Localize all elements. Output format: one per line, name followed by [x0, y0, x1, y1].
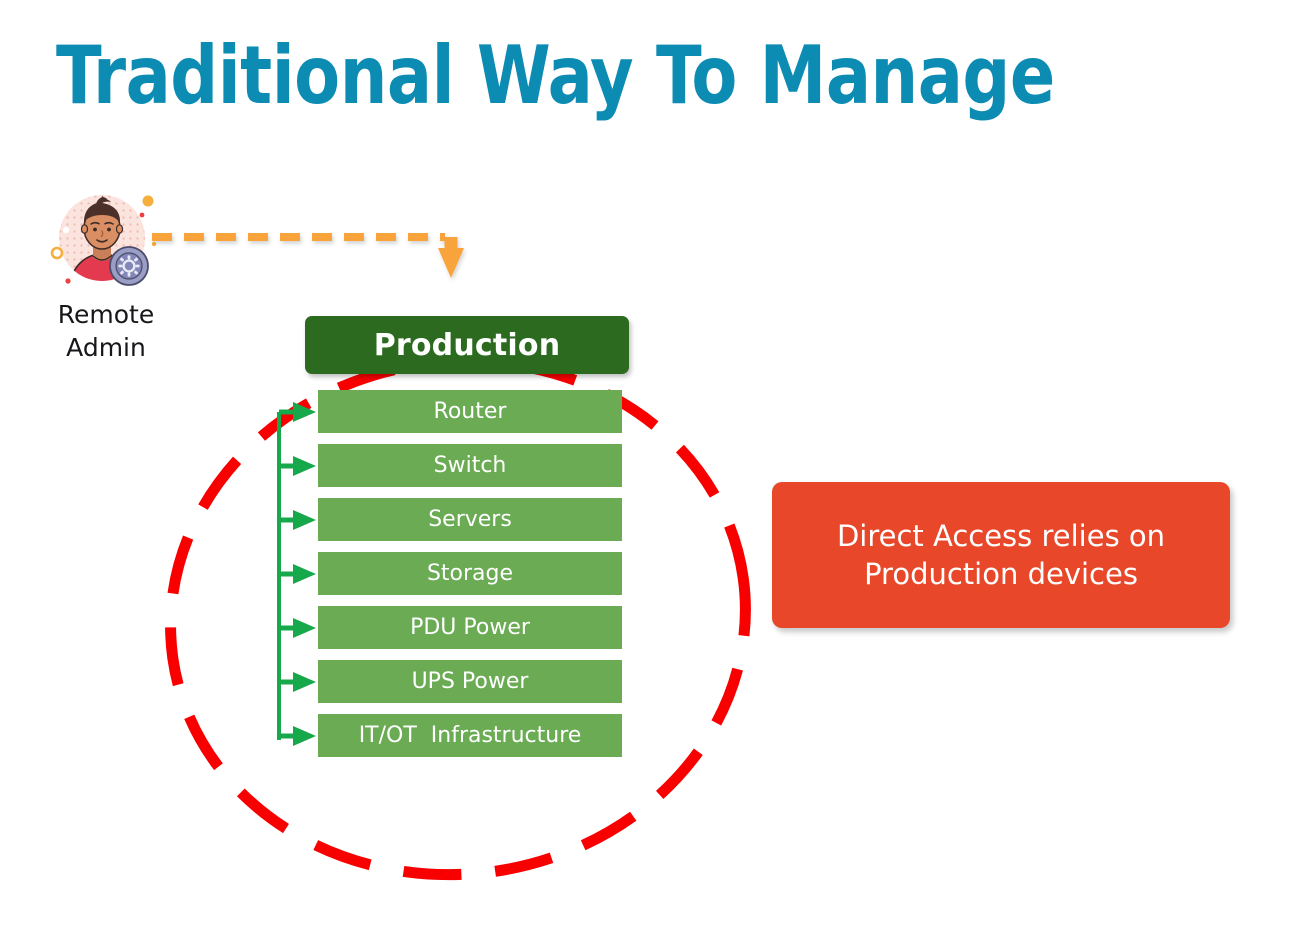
- device-row[interactable]: UPS Power: [318, 660, 622, 703]
- device-row[interactable]: Router: [318, 390, 622, 433]
- device-row[interactable]: Switch: [318, 444, 622, 487]
- remote-admin-label: Remote Admin: [36, 298, 176, 364]
- device-row[interactable]: PDU Power: [318, 606, 622, 649]
- device-row[interactable]: Storage: [318, 552, 622, 595]
- production-header-box[interactable]: Production: [305, 316, 629, 374]
- page-title: Traditional Way To Manage: [56, 29, 1055, 122]
- device-row[interactable]: IT/OT Infrastructure: [318, 714, 622, 757]
- slide-canvas: Traditional Way To Manage Remote Admin P…: [0, 0, 1302, 949]
- production-device-list: Router Switch Servers Storage PDU Power …: [318, 390, 622, 757]
- callout-line-2: Production devices: [864, 557, 1138, 591]
- direct-access-callout: Direct Access relies on Production devic…: [772, 482, 1230, 628]
- remote-admin-label-line2: Admin: [66, 333, 146, 362]
- admin-to-production-arrow: [140, 210, 490, 300]
- remote-admin-label-line1: Remote: [57, 300, 155, 329]
- device-row[interactable]: Servers: [318, 498, 622, 541]
- callout-line-1: Direct Access relies on: [836, 519, 1166, 553]
